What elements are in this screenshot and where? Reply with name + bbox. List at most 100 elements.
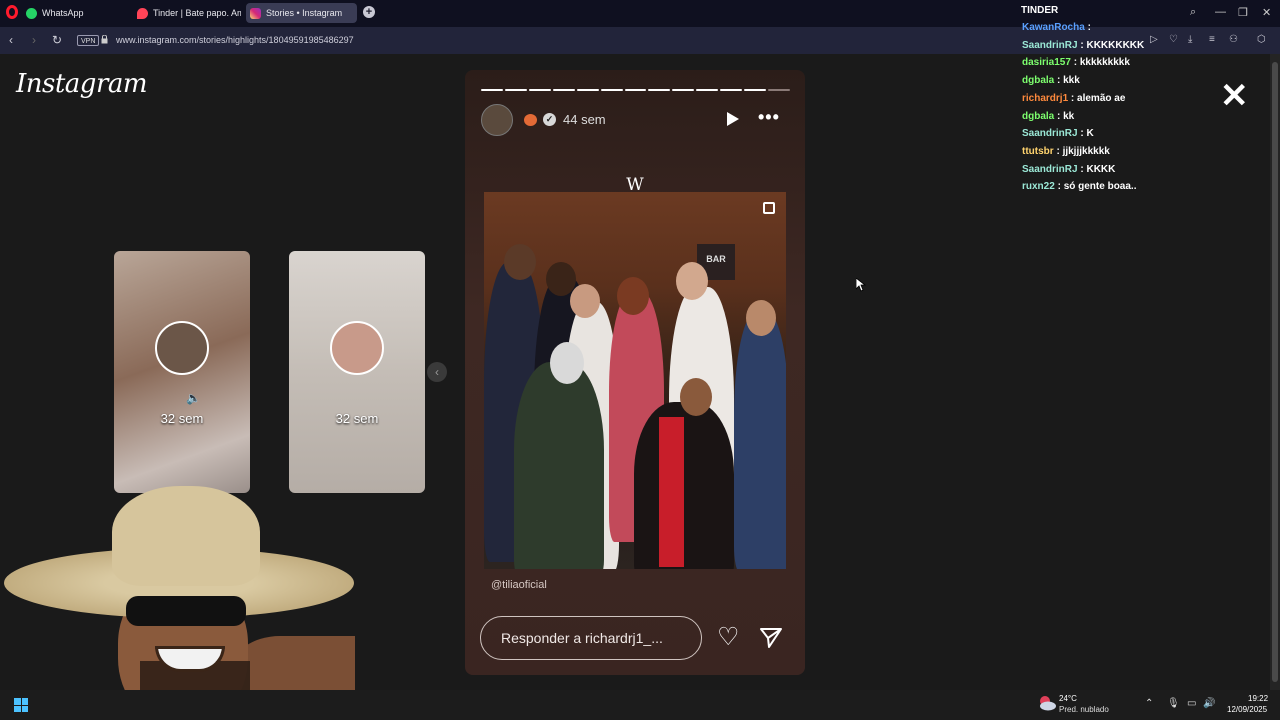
play-icon[interactable] — [727, 112, 739, 126]
new-tab-button[interactable]: + — [363, 6, 375, 18]
chat-message: SaandrinRJ : KKKK — [1022, 164, 1115, 175]
stream-chat-overlay: TINDER KawanRocha : SaandrinRJ : KKKKKKK… — [1018, 0, 1208, 200]
straw-hat-crown — [112, 486, 260, 586]
chat-username: KawanRocha — [1022, 22, 1085, 33]
chat-username: richardrj1 — [1022, 92, 1069, 104]
scrollbar-thumb[interactable] — [1272, 62, 1278, 682]
close-window-icon[interactable]: ✕ — [1262, 6, 1271, 19]
chat-text: só gente boaa.. — [1063, 181, 1137, 193]
chat-title: TINDER — [1021, 5, 1059, 16]
chat-message: SaandrinRJ : KKKKKKKK — [1022, 40, 1144, 51]
chat-separator: : — [1068, 92, 1078, 104]
chat-text: KKKKKKKK — [1086, 39, 1145, 51]
chat-separator: : — [1054, 110, 1064, 122]
chat-username: SaandrinRJ — [1022, 39, 1078, 51]
chat-text: K — [1086, 128, 1094, 140]
opera-logo-icon[interactable] — [6, 5, 18, 19]
avatar — [155, 321, 209, 375]
chat-separator: : — [1054, 181, 1064, 193]
chat-separator: : — [1084, 22, 1091, 33]
microphone-icon[interactable]: 🎙 — [1167, 698, 1180, 709]
chat-separator: : — [1054, 75, 1064, 87]
chat-text: alemão ae — [1077, 92, 1126, 104]
url-field[interactable]: www.instagram.com/stories/highlights/180… — [116, 35, 354, 45]
forward-icon[interactable]: › — [32, 33, 36, 47]
chat-message: SaandrinRJ : K — [1022, 128, 1094, 139]
lock-icon — [101, 35, 108, 44]
chat-text: kk — [1063, 110, 1075, 122]
chat-username: dasiria157 — [1022, 57, 1071, 69]
weather-temperature: 24°C — [1059, 694, 1077, 703]
chat-separator: : — [1053, 145, 1063, 157]
back-icon[interactable]: ‹ — [9, 33, 13, 47]
previous-story-button[interactable]: ‹ — [427, 362, 447, 382]
restore-icon[interactable]: ❐ — [1238, 6, 1248, 19]
tab-whatsapp[interactable]: WhatsApp — [22, 3, 127, 23]
chat-username: SaandrinRJ — [1022, 128, 1078, 140]
extension-icon[interactable]: ⬡ — [1257, 34, 1266, 45]
story-preview-1[interactable]: 🔈 32 sem — [114, 251, 250, 493]
chat-message: dgbala : kk — [1022, 111, 1074, 122]
tab-label: WhatsApp — [42, 8, 84, 18]
volume-icon[interactable]: 🔊 — [1203, 698, 1215, 709]
chat-username: ttutsbr — [1022, 145, 1054, 157]
windows-taskbar: 24°C Pred. nublado ⌃ 🎙 ▭ 🔊 19:22 12/09/2… — [0, 690, 1280, 720]
sunglasses — [126, 596, 246, 626]
chat-username: dgbala — [1022, 75, 1055, 87]
chat-message: richardrj1 : alemão ae — [1022, 93, 1125, 104]
avatar — [330, 321, 384, 375]
clock-date[interactable]: 12/09/2025 — [1227, 705, 1267, 714]
speaker-icon: 🔈 — [186, 391, 201, 405]
tab-tinder[interactable]: Tinder | Bate papo. Amiza — [133, 3, 241, 23]
webcam-overlay — [0, 486, 355, 720]
more-options-icon[interactable]: ••• — [758, 107, 780, 128]
chat-text: KKKK — [1086, 163, 1116, 175]
chat-message: KawanRocha : — [1022, 22, 1091, 33]
weather-cloud-icon[interactable] — [1038, 694, 1056, 712]
preview-time: 32 sem — [160, 411, 204, 426]
windows-start-icon[interactable] — [14, 698, 28, 712]
repost-icon — [763, 202, 775, 214]
chat-username: SaandrinRJ — [1022, 163, 1078, 175]
chat-text: jjkjjjkkkkk — [1062, 145, 1110, 157]
chat-username: ruxn22 — [1022, 181, 1055, 193]
chat-separator: : — [1070, 57, 1080, 69]
emoji-icon — [524, 114, 537, 126]
chat-message: dasiria157 : kkkkkkkkk — [1022, 57, 1130, 68]
story-mention[interactable]: @tiliaoficial — [491, 579, 547, 591]
verified-badge-icon: ✓ — [543, 113, 556, 126]
reload-icon[interactable]: ↻ — [52, 33, 62, 47]
chat-message: ruxn22 : só gente boaa.. — [1022, 181, 1136, 192]
chat-username: dgbala — [1022, 110, 1055, 122]
whatsapp-icon — [26, 8, 37, 19]
instagram-logo[interactable]: Instagram — [16, 69, 148, 99]
profile-icon[interactable]: ⚇ — [1229, 34, 1238, 45]
instagram-icon — [250, 8, 261, 19]
tab-label: Stories • Instagram — [266, 8, 343, 18]
menu-icon[interactable]: ≡ — [1209, 34, 1215, 45]
weather-description: Pred. nublado — [1059, 705, 1109, 714]
vpn-badge[interactable]: VPN — [77, 35, 100, 46]
network-icon[interactable]: ▭ — [1187, 698, 1196, 709]
progress-bars — [481, 89, 790, 91]
story-photo: BAR — [484, 192, 786, 569]
reply-input[interactable]: Responder a richardrj1_... — [480, 616, 702, 660]
chat-message: dgbala : kkk — [1022, 75, 1080, 86]
story-time: 44 sem — [563, 112, 606, 127]
like-heart-icon[interactable]: ♡ — [717, 625, 739, 650]
preview-time: 32 sem — [335, 411, 379, 426]
minimize-icon[interactable]: — — [1215, 6, 1226, 18]
mouse-cursor-icon — [856, 278, 866, 292]
story-preview-2[interactable]: 32 sem — [289, 251, 425, 493]
chat-text: kkk — [1063, 75, 1080, 87]
tab-label: Tinder | Bate papo. Amiza — [153, 8, 241, 18]
close-story-icon[interactable]: ✕ — [1220, 79, 1249, 113]
page-scrollbar[interactable] — [1270, 54, 1280, 690]
tray-chevron-icon[interactable]: ⌃ — [1145, 698, 1153, 709]
clock-time[interactable]: 19:22 — [1248, 694, 1268, 703]
send-direct-icon[interactable] — [759, 627, 783, 649]
story-author-avatar[interactable] — [481, 104, 513, 136]
tab-instagram[interactable]: Stories • Instagram — [246, 3, 357, 23]
chat-text: kkkkkkkkk — [1079, 57, 1130, 69]
tinder-icon — [137, 8, 148, 19]
